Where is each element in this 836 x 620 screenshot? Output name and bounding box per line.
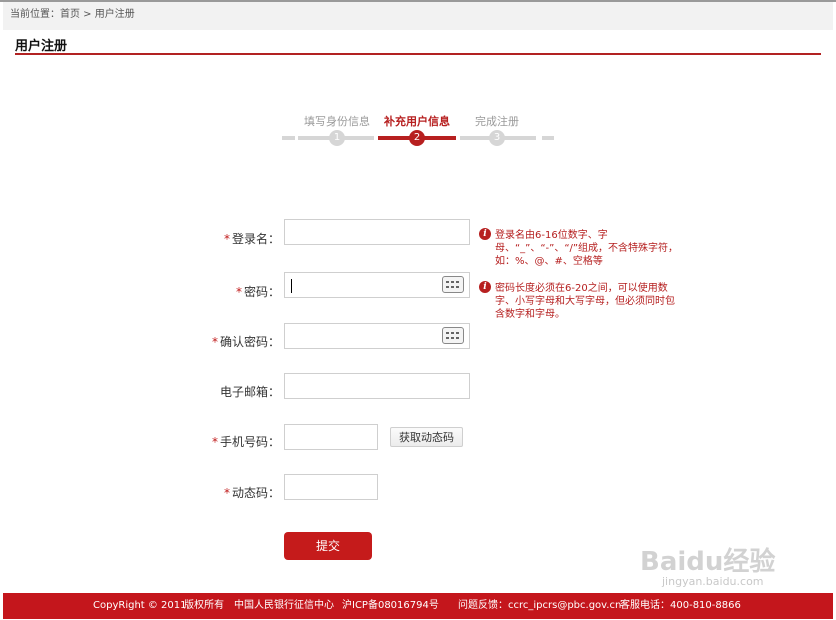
step-1-label: 填写身份信息 [304,115,370,128]
confirm-password-input[interactable] [284,323,470,349]
login-name-hint: 登录名由6-16位数字、字母、“_”、“-”、“/”组成，不含特殊字符，如：%、… [495,230,679,267]
submit-button[interactable]: 提交 [284,532,372,560]
email-input[interactable] [284,373,470,399]
login-name-input[interactable] [284,219,470,245]
password-input[interactable] [284,272,470,298]
step-2-label: 补充用户信息 [384,115,450,128]
info-icon: i [479,228,491,240]
keyboard-icon[interactable] [442,276,464,293]
footer-org: 中国人民银行征信中心 [234,600,334,611]
confirm-password-label-text: 确认密码： [219,335,280,349]
otp-input[interactable] [284,474,378,500]
otp-label: * 动态码： [130,484,280,501]
text-caret [291,279,292,293]
step-bar-tail [542,136,554,140]
get-otp-button[interactable]: 获取动态码 [390,427,463,447]
breadcrumb: 当前位置：首页 > 用户注册 [3,2,833,30]
footer-rights: 版权所有 [184,600,224,611]
step-2-number: 2 [409,130,425,146]
required-mark: * [223,486,230,500]
page-title: 用户注册 [15,39,68,54]
password-hint: 密码长度必须在6-20之间，可以使用数字、小写字母和大写字母，但必须同时包含数字… [495,283,675,320]
phone-input[interactable] [284,424,378,450]
password-label: * 密码： [130,283,280,300]
password-label-text: 密码： [243,285,280,299]
required-mark: * [235,285,242,299]
login-name-label: * 登录名： [130,230,280,247]
footer: CopyRight © 2011 版权所有 中国人民银行征信中心 沪ICP备08… [3,593,833,619]
login-name-label-text: 登录名： [231,232,280,246]
step-3-number: 3 [489,130,505,146]
required-mark: * [211,435,218,449]
watermark-logo: Baidu经验 [640,547,776,577]
required-mark: * [223,232,230,246]
phone-label: * 手机号码： [130,433,280,450]
info-icon: i [479,281,491,293]
keyboard-icon[interactable] [442,327,464,344]
confirm-password-label: * 确认密码： [130,333,280,350]
footer-hotline: 客服电话：400-810-8866 [620,600,741,611]
phone-label-text: 手机号码： [219,435,280,449]
watermark-url: jingyan.baidu.com [662,575,764,588]
step-1-number: 1 [329,130,345,146]
required-mark: * [211,335,218,349]
email-label: 电子邮箱： [219,385,280,399]
step-bar-lead [282,136,295,140]
otp-label-text: 动态码： [231,486,280,500]
footer-icp: 沪ICP备08016794号 [342,600,439,611]
footer-feedback: 问题反馈：ccrc_ipcrs@pbc.gov.cn [458,600,622,611]
step-3-label: 完成注册 [475,115,519,128]
title-divider [15,53,821,55]
footer-copyright: CopyRight © 2011 [93,600,187,611]
